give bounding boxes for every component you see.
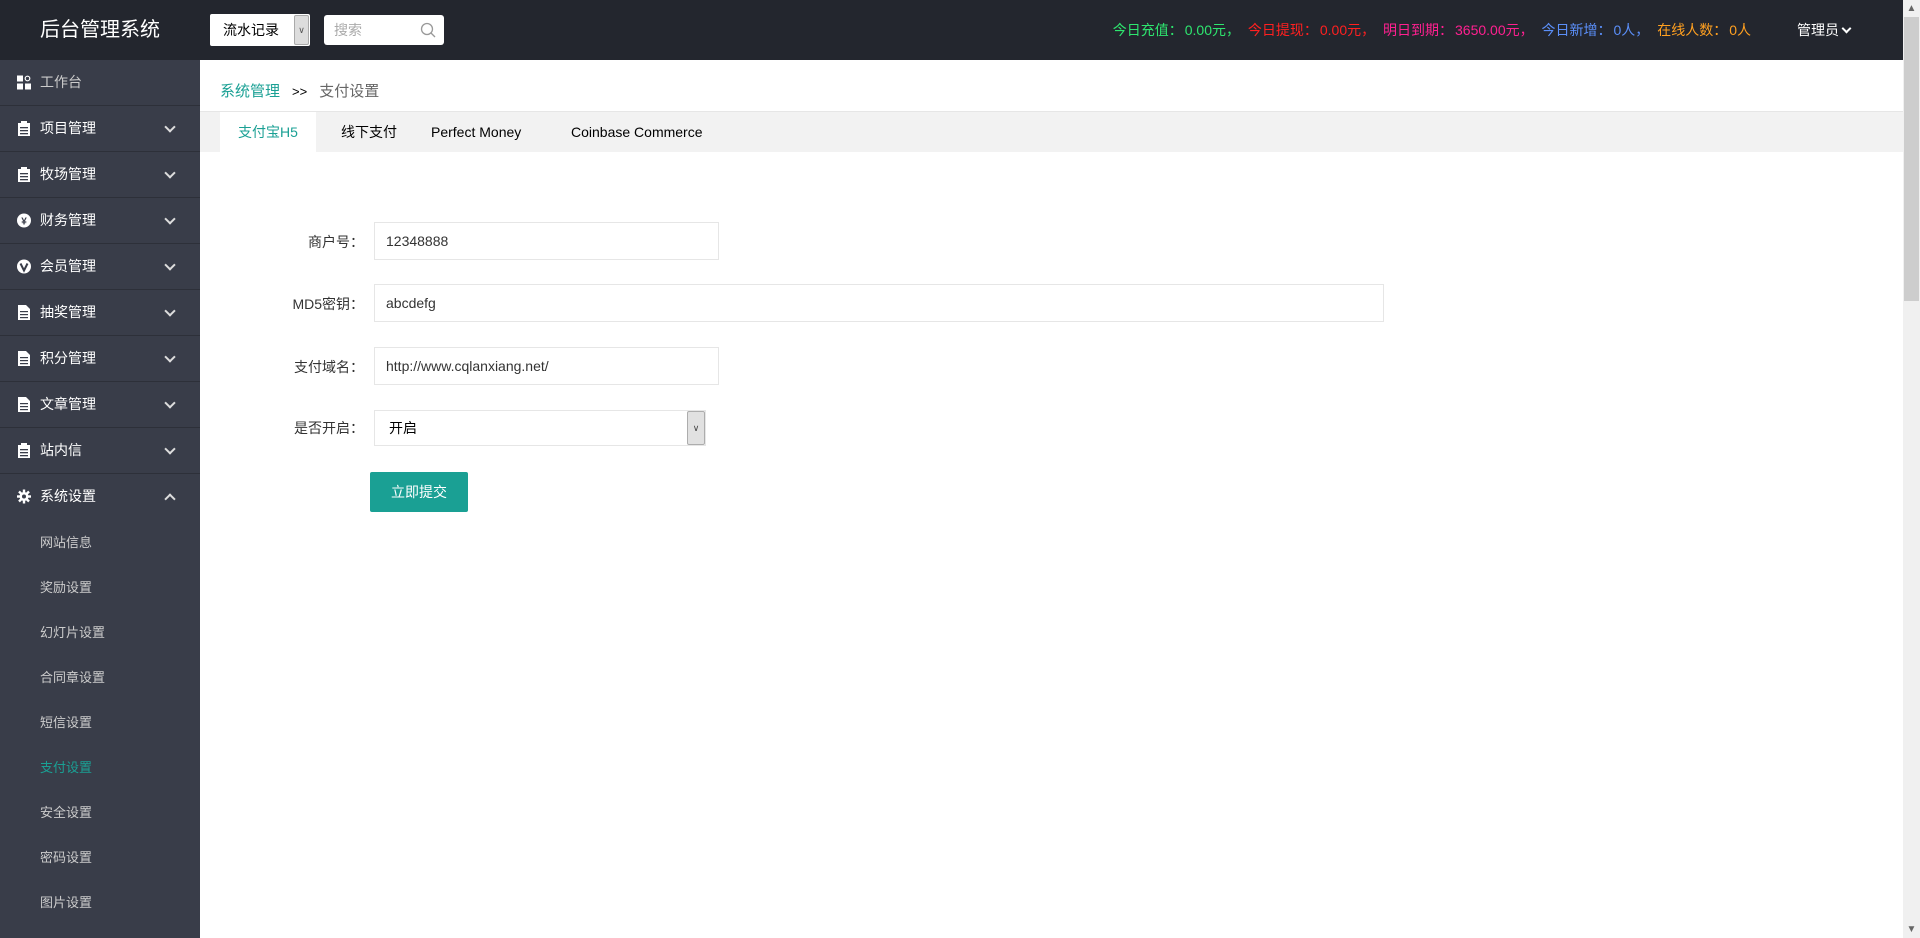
sidebar: 工作台 项目管理 牧场管理 ¥ 财务管理 会员管理 抽奖管理 积分管理 文章管理… <box>0 60 200 938</box>
tab-offline-payment[interactable]: 线下支付 <box>323 112 415 152</box>
sidebar-item-messages[interactable]: 站内信 <box>0 428 200 474</box>
breadcrumb: 系统管理 >> 支付设置 <box>220 80 379 101</box>
md5-key-label: MD5密钥： <box>292 296 364 312</box>
breadcrumb-parent[interactable]: 系统管理 <box>220 83 280 100</box>
scroll-up-arrow-icon[interactable]: ▲ <box>1903 0 1920 17</box>
record-type-select[interactable]: 流水记录 ∨ <box>210 14 310 46</box>
sidebar-item-system-settings[interactable]: 系统设置 <box>0 474 200 520</box>
sidebar-item-points[interactable]: 积分管理 <box>0 336 200 382</box>
sidebar-subitem-payment-settings[interactable]: 支付设置 <box>0 745 200 790</box>
chevron-up-icon <box>164 493 176 505</box>
sidebar-subitem-contract-seal-settings[interactable]: 合同章设置 <box>0 655 200 700</box>
enabled-label: 是否开启： <box>294 420 364 436</box>
stat-withdraw-today: 今日提现： 0.00元， <box>1247 22 1376 38</box>
scroll-down-arrow-icon[interactable]: ▼ <box>1903 921 1920 938</box>
pay-domain-label: 支付域名： <box>294 359 364 375</box>
tab-perfect-money[interactable]: Perfect Money <box>413 112 539 152</box>
document-icon <box>18 351 30 366</box>
sidebar-subitem-slideshow-settings[interactable]: 幻灯片设置 <box>0 610 200 655</box>
sidebar-item-label: 项目管理 <box>40 120 96 136</box>
sidebar-subitem-security-settings[interactable]: 安全设置 <box>0 790 200 835</box>
sidebar-item-projects[interactable]: 项目管理 <box>0 106 200 152</box>
stats-bar: 今日充值： 0.00元， 今日提现： 0.00元， 明日到期： 3650.00元， 今… <box>1109 0 1751 60</box>
sidebar-item-members[interactable]: 会员管理 <box>0 244 200 290</box>
merchant-id-label: 商户号： <box>308 234 364 250</box>
main-content: 系统管理 >> 支付设置 支付宝H5 线下支付 Perfect Money Coin… <box>200 60 1903 938</box>
top-header: 后台管理系统 流水记录 ∨ 今日充值：0.00元， 今日提现：0.00元， 明日… <box>0 0 1903 60</box>
yen-icon: ¥ <box>17 213 31 228</box>
search-icon[interactable] <box>420 22 436 38</box>
gear-icon <box>17 489 31 504</box>
chevron-down-icon <box>164 259 176 271</box>
scrollbar-thumb[interactable] <box>1904 17 1919 301</box>
sidebar-item-label: 站内信 <box>40 442 82 458</box>
stat-due-tomorrow: 明日到期： 3650.00元， <box>1383 22 1534 38</box>
pay-domain-input[interactable] <box>374 347 719 385</box>
chevron-down-icon <box>164 213 176 225</box>
sidebar-item-ranch[interactable]: 牧场管理 <box>0 152 200 198</box>
vertical-scrollbar[interactable]: ▲ ▼ <box>1903 0 1920 938</box>
tab-coinbase-commerce[interactable]: Coinbase Commerce <box>553 112 721 152</box>
sidebar-subitem-reward-settings[interactable]: 奖励设置 <box>0 565 200 610</box>
sidebar-item-label: 抽奖管理 <box>40 304 96 320</box>
app-title: 后台管理系统 <box>40 19 160 41</box>
sidebar-item-label: 积分管理 <box>40 350 96 366</box>
md5-key-input[interactable] <box>374 284 1384 322</box>
sidebar-subitem-image-settings[interactable]: 图片设置 <box>0 880 200 925</box>
document-icon <box>18 397 30 412</box>
sidebar-item-label: 工作台 <box>40 74 82 90</box>
clipboard-icon <box>18 121 30 136</box>
sidebar-item-label: 系统设置 <box>40 488 96 504</box>
sidebar-item-articles[interactable]: 文章管理 <box>0 382 200 428</box>
admin-label: 管理员 <box>1797 22 1839 38</box>
sidebar-item-label: 财务管理 <box>40 212 96 228</box>
stat-online-count: 在线人数： 0人 <box>1657 22 1751 38</box>
document-icon <box>18 305 30 320</box>
breadcrumb-current: 支付设置 <box>319 83 380 100</box>
chevron-down-icon <box>164 121 176 133</box>
clipboard-icon <box>18 167 30 182</box>
chevron-down-icon <box>164 167 176 179</box>
stat-new-today: 今日新增： 0人， <box>1541 22 1650 38</box>
vip-icon <box>17 259 31 274</box>
record-type-value: 流水记录 <box>223 22 279 38</box>
sidebar-item-label: 文章管理 <box>40 396 96 412</box>
enabled-select[interactable]: 开启 ∨ <box>374 410 706 446</box>
chevron-down-icon <box>164 443 176 455</box>
submit-button[interactable]: 立即提交 <box>370 472 468 512</box>
clipboard-icon <box>18 443 30 458</box>
chevron-down-icon <box>164 305 176 317</box>
chevron-down-icon <box>164 397 176 409</box>
sidebar-subitem-sms-settings[interactable]: 短信设置 <box>0 700 200 745</box>
sidebar-subitem-password-settings[interactable]: 密码设置 <box>0 835 200 880</box>
chevron-down-icon[interactable]: ∨ <box>294 15 309 45</box>
sidebar-item-finance[interactable]: ¥ 财务管理 <box>0 198 200 244</box>
chevron-down-icon[interactable]: ∨ <box>687 411 705 445</box>
sidebar-item-label: 牧场管理 <box>40 166 96 182</box>
sidebar-subitem-site-info[interactable]: 网站信息 <box>0 520 200 565</box>
stat-recharge-today: 今日充值： 0.00元， <box>1112 22 1240 38</box>
search-input[interactable] <box>324 15 414 45</box>
chevron-down-icon <box>164 351 176 363</box>
enabled-select-value: 开启 <box>389 420 417 436</box>
svg-text:¥: ¥ <box>21 217 27 228</box>
payment-tabs: 支付宝H5 线下支付 Perfect Money Coinbase Commer… <box>200 111 1903 152</box>
chevron-down-icon <box>1841 23 1852 34</box>
tab-alipay-h5[interactable]: 支付宝H5 <box>220 112 316 152</box>
admin-menu[interactable]: 管理员 <box>1797 0 1852 60</box>
sidebar-item-dashboard[interactable]: 工作台 <box>0 60 200 106</box>
search-box <box>324 15 444 45</box>
merchant-id-input[interactable] <box>374 222 719 260</box>
dashboard-icon <box>17 75 31 90</box>
sidebar-item-lottery[interactable]: 抽奖管理 <box>0 290 200 336</box>
sidebar-item-label: 会员管理 <box>40 258 96 274</box>
breadcrumb-separator: >> <box>292 84 308 99</box>
